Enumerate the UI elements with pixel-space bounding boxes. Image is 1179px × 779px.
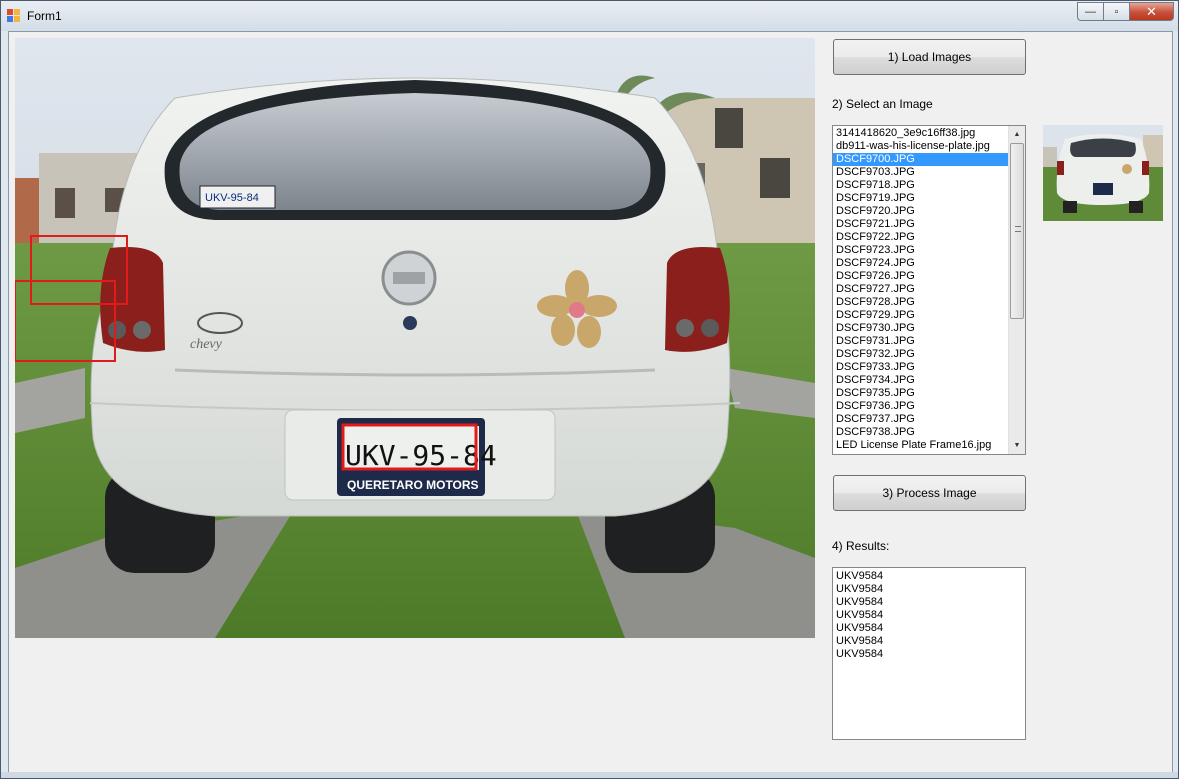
rear-window-plate-text: UKV-95-84 [205,192,259,204]
form-client-area: UKV-95-84 chevy UKV-95-84 QUERETARO MOTO… [8,31,1173,773]
listbox-scrollbar[interactable]: ▲ ▼ [1008,126,1025,454]
result-line: UKV9584 [836,570,884,582]
image-list-item[interactable]: DSCF9721.JPG [833,218,1009,231]
image-list-item[interactable]: DSCF9723.JPG [833,244,1009,257]
image-list-item[interactable]: DSCF9730.JPG [833,322,1009,335]
image-list-item[interactable]: DSCF9731.JPG [833,335,1009,348]
image-list-item[interactable]: DSCF9724.JPG [833,257,1009,270]
minimize-button[interactable]: — [1077,2,1103,21]
results-label: 4) Results: [832,539,890,553]
window-bottom-border [1,772,1178,778]
image-list-item[interactable]: 3141418620_3e9c16ff38.jpg [833,127,1009,140]
result-line: UKV9584 [836,596,884,608]
image-list-item[interactable]: DSCF9733.JPG [833,361,1009,374]
image-list-item[interactable]: DSCF9719.JPG [833,192,1009,205]
chevy-badge-text: chevy [190,337,223,352]
main-window: Form1 — ▫ ✕ UKV-95-84 chevy UKV-95-84 QU… [0,0,1179,779]
image-list-item[interactable]: DSCF9737.JPG [833,413,1009,426]
results-textbox[interactable]: UKV9584 UKV9584 UKV9584 UKV9584 UKV9584 UKV95… [832,567,1026,740]
load-images-button[interactable]: 1) Load Images [833,39,1026,75]
process-image-button[interactable]: 3) Process Image [833,475,1026,511]
main-picture-box: UKV-95-84 chevy UKV-95-84 QUERETARO MOTO… [15,38,815,638]
result-line: UKV9584 [836,648,884,660]
window-title: Form1 [27,9,62,23]
title-bar[interactable]: Form1 — ▫ ✕ [1,1,1178,31]
result-line: UKV9584 [836,609,884,621]
grip-icon [1015,226,1021,232]
image-list-item[interactable]: DSCF9738.JPG [833,426,1009,439]
maximize-button[interactable]: ▫ [1103,2,1129,21]
car-photo: UKV-95-84 chevy UKV-95-84 QUERETARO MOTO… [15,38,815,638]
image-list-item[interactable]: DSCF9732.JPG [833,348,1009,361]
scrollbar-thumb[interactable] [1010,143,1024,319]
thumbnail-image [1043,125,1163,221]
close-button[interactable]: ✕ [1129,2,1174,21]
image-list-items: 3141418620_3e9c16ff38.jpg db911-was-his-l… [833,127,1009,452]
image-list-item[interactable]: DSCF9722.JPG [833,231,1009,244]
image-list-item[interactable]: DSCF9718.JPG [833,179,1009,192]
image-list-item[interactable]: DSCF9703.JPG [833,166,1009,179]
image-list-item[interactable]: DSCF9729.JPG [833,309,1009,322]
result-line: UKV9584 [836,583,884,595]
image-list-item[interactable]: DSCF9727.JPG [833,283,1009,296]
scroll-down-icon[interactable]: ▼ [1009,437,1025,454]
plate-text: UKV-95-84 [345,439,497,472]
result-line: UKV9584 [836,622,884,634]
app-icon [7,9,21,23]
window-controls: — ▫ ✕ [1077,2,1174,21]
image-list-item[interactable]: DSCF9726.JPG [833,270,1009,283]
image-listbox[interactable]: 3141418620_3e9c16ff38.jpg db911-was-his-l… [832,125,1026,455]
select-image-label: 2) Select an Image [832,97,933,111]
image-list-item[interactable]: DSCF9720.JPG [833,205,1009,218]
image-list-item[interactable]: DSCF9735.JPG [833,387,1009,400]
image-list-item[interactable]: DSCF9736.JPG [833,400,1009,413]
image-list-item[interactable]: DSCF9700.JPG [833,153,1009,166]
image-list-item[interactable]: DSCF9734.JPG [833,374,1009,387]
plate-region-text: QUERETARO MOTORS [347,478,479,492]
results-lines: UKV9584 UKV9584 UKV9584 UKV9584 UKV9584 UKV95… [836,570,1022,661]
scroll-up-icon[interactable]: ▲ [1009,126,1025,143]
result-line: UKV9584 [836,635,884,647]
image-list-item[interactable]: db911-was-his-license-plate.jpg [833,140,1009,153]
image-list-item[interactable]: DSCF9728.JPG [833,296,1009,309]
thumbnail-picture-box [1043,125,1163,221]
image-list-item[interactable]: LED License Plate Frame16.jpg [833,439,1009,452]
